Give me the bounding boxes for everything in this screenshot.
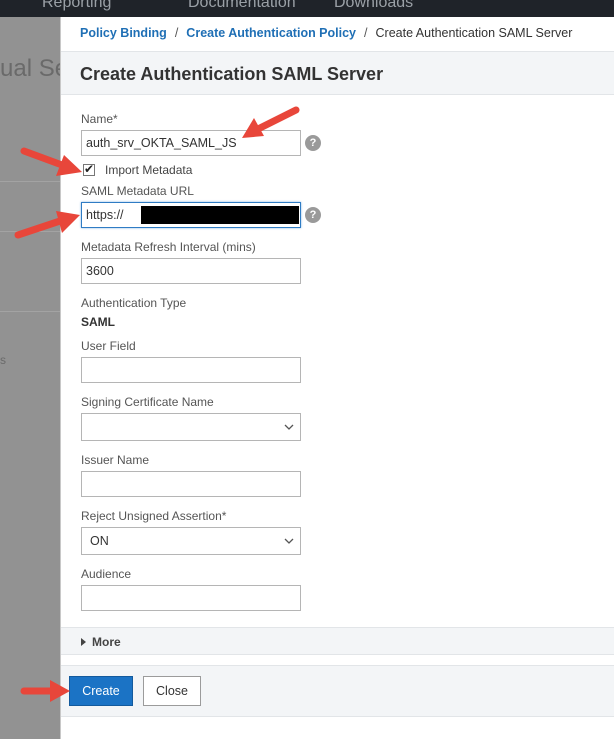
question-circle-icon[interactable]: ? <box>305 135 321 151</box>
metadata-url-value: https:// <box>86 208 124 222</box>
nav-item-reporting: Reporting <box>42 0 112 11</box>
close-button[interactable]: Close <box>143 676 201 706</box>
breadcrumb-create-auth-policy[interactable]: Create Authentication Policy <box>186 26 356 40</box>
background-nav-bar: Reporting Documentation Downloads <box>0 0 614 17</box>
background-text: s <box>0 353 6 367</box>
red-arrow-icon <box>20 147 82 176</box>
import-metadata-checkbox[interactable]: ✔ <box>83 162 95 176</box>
create-saml-server-panel: Policy Binding / Create Authentication Pol… <box>60 17 614 739</box>
dialog-footer: Create Close <box>61 665 614 717</box>
create-button[interactable]: Create <box>69 676 133 706</box>
background-page: ual Se s <box>0 17 68 739</box>
metadata-url-label: SAML Metadata URL <box>81 184 194 198</box>
refresh-interval-label: Metadata Refresh Interval (mins) <box>81 240 256 254</box>
dialog-header: Create Authentication SAML Server <box>61 51 614 95</box>
nav-item-downloads: Downloads <box>334 0 414 11</box>
signing-cert-label: Signing Certificate Name <box>81 395 214 409</box>
checkmark-icon: ✔ <box>84 162 95 176</box>
breadcrumb-separator: / <box>364 26 368 40</box>
more-section-toggle[interactable]: More <box>61 627 614 655</box>
audience-label: Audience <box>81 567 132 581</box>
redaction-box <box>141 206 299 224</box>
reject-unsigned-label: Reject Unsigned Assertion* <box>81 509 227 523</box>
signing-cert-select[interactable] <box>81 413 301 441</box>
issuer-name-input[interactable] <box>81 471 301 497</box>
chevron-down-icon <box>284 538 294 544</box>
question-circle-icon[interactable]: ? <box>305 207 321 223</box>
issuer-name-label: Issuer Name <box>81 453 150 467</box>
breadcrumb-current: Create Authentication SAML Server <box>375 26 573 40</box>
import-metadata-label: Import Metadata <box>105 163 193 177</box>
auth-type-label: Authentication Type <box>81 296 187 310</box>
breadcrumb: Policy Binding / Create Authentication Pol… <box>80 26 572 40</box>
chevron-down-icon <box>284 424 294 430</box>
breadcrumb-policy-binding[interactable]: Policy Binding <box>80 26 167 40</box>
metadata-url-input[interactable]: https:// <box>81 202 301 228</box>
more-label: More <box>92 635 121 649</box>
red-arrow-icon <box>20 680 70 702</box>
red-arrow-icon <box>14 211 80 239</box>
reject-unsigned-select[interactable]: ON <box>81 527 301 555</box>
dialog-title: Create Authentication SAML Server <box>80 64 384 84</box>
user-field-label: User Field <box>81 339 136 353</box>
breadcrumb-separator: / <box>174 26 179 40</box>
audience-input[interactable] <box>81 585 301 611</box>
name-label: Name* <box>81 112 118 126</box>
refresh-interval-input[interactable]: 3600 <box>81 258 301 284</box>
background-page-title: ual Se <box>0 55 69 82</box>
reject-unsigned-value: ON <box>90 534 109 548</box>
user-field-input[interactable] <box>81 357 301 383</box>
auth-type-value: SAML <box>81 315 115 329</box>
background-divider <box>0 311 60 312</box>
red-arrow-icon <box>242 106 300 138</box>
nav-item-documentation: Documentation <box>188 0 296 11</box>
caret-right-icon <box>81 638 86 646</box>
